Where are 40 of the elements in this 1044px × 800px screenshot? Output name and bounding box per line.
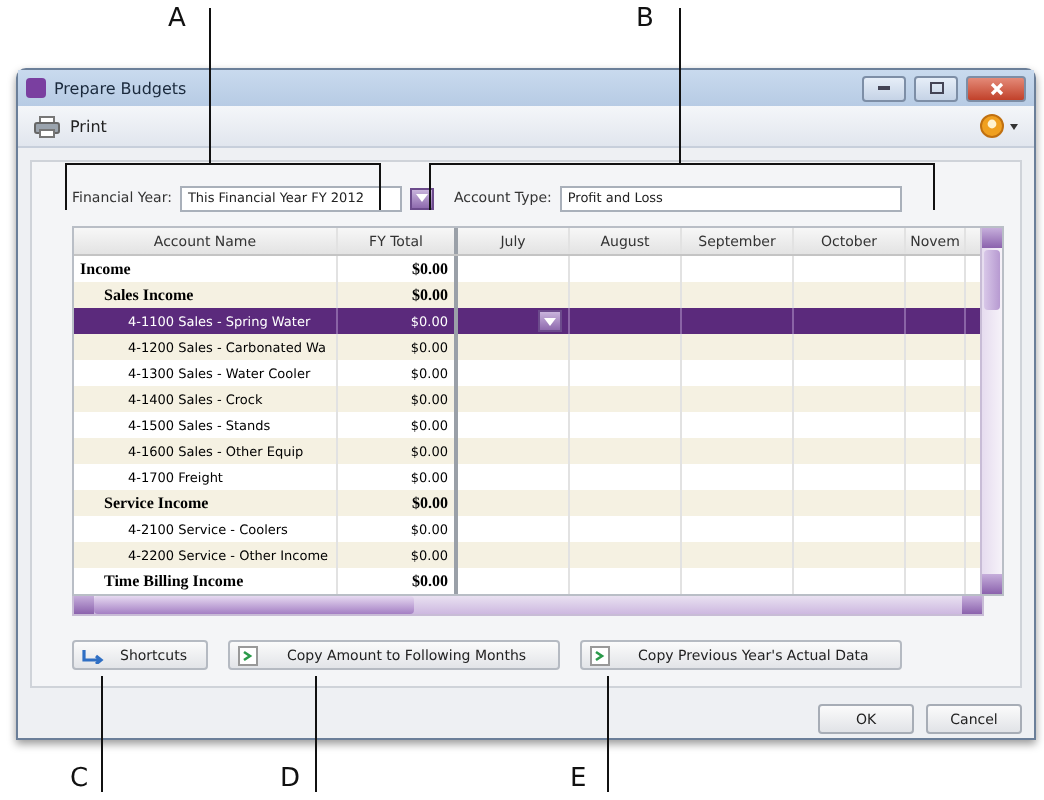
fy-total: $0.00: [412, 260, 448, 278]
fy-total: $0.00: [412, 286, 448, 304]
close-button[interactable]: [966, 75, 1026, 101]
callout-label: B: [636, 4, 654, 34]
arrow-icon: [82, 647, 104, 663]
caret-icon: [1010, 123, 1018, 129]
caret-icon: [415, 194, 428, 202]
dropdown-button[interactable]: [538, 310, 562, 332]
dropdown-button[interactable]: [409, 187, 434, 209]
horizontal-scrollbar[interactable]: [72, 596, 984, 616]
callout-label: A: [168, 4, 186, 34]
close-icon: [989, 81, 1003, 95]
leader-line: [315, 675, 317, 793]
callout-label: D: [280, 764, 301, 794]
help-icon: [980, 114, 1004, 138]
leader-line: [101, 675, 103, 793]
callout-label: E: [570, 764, 587, 794]
printer-icon: [34, 115, 60, 137]
caret-icon: [544, 317, 556, 325]
print-button[interactable]: Print: [34, 115, 107, 137]
table-row[interactable]: Service Income $0.00: [74, 490, 980, 516]
account-name: Income: [80, 260, 131, 278]
maximize-icon: [929, 82, 943, 94]
account-name: Service Income: [102, 494, 209, 512]
vertical-scrollbar[interactable]: [980, 228, 1002, 594]
maximize-button[interactable]: [914, 75, 958, 101]
callout-label: C: [70, 764, 89, 794]
window-title: Prepare Budgets: [54, 79, 189, 97]
minimize-button[interactable]: [862, 75, 906, 101]
table-row[interactable]: Sales Income $0.00: [74, 282, 980, 308]
minimize-icon: [878, 86, 890, 90]
copy-icon: [590, 645, 611, 665]
copy-icon: [238, 645, 259, 665]
account-name: Sales Income: [102, 286, 194, 304]
help-button[interactable]: [980, 114, 1018, 138]
fy-total: $0.00: [412, 572, 448, 590]
app-icon: [26, 78, 46, 98]
account-name: Time Billing Income: [102, 572, 244, 590]
leader-line: [607, 675, 609, 793]
fy-total: $0.00: [412, 494, 448, 512]
